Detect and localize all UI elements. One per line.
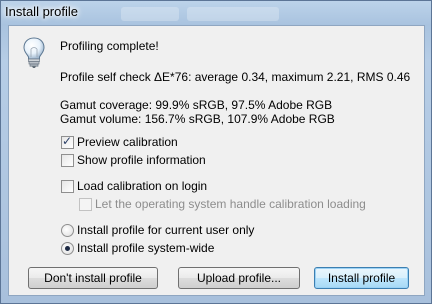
checkmark-icon: ✓ [62,134,73,148]
gamut-coverage-text: Gamut coverage: 99.9% sRGB, 97.5% Adobe … [60,98,333,112]
load-calibration-checkbox[interactable] [61,180,74,193]
window-title: Install profile [5,4,78,19]
install-system-wide-label[interactable]: Install profile system-wide [77,241,214,255]
background-title-blur [187,7,279,21]
install-system-wide-radio[interactable] [61,242,74,255]
gamut-volume-text: Gamut volume: 156.7% sRGB, 107.9% Adobe … [60,112,335,126]
install-current-user-radio[interactable] [61,224,74,237]
load-calibration-label[interactable]: Load calibration on login [77,179,207,193]
upload-profile-button[interactable]: Upload profile... [178,267,300,289]
background-title-blur [121,7,179,21]
preview-calibration-label[interactable]: Preview calibration [77,135,178,149]
os-handle-calibration-label: Let the operating system handle calibrat… [95,197,366,211]
install-profile-button[interactable]: Install profile [314,267,409,289]
dialog-pane: Profiling complete! Profile self check Δ… [9,26,424,295]
self-check-text: Profile self check ΔE*76: average 0.34, … [60,70,411,84]
install-profile-window: Install profile Profiling complete! Prof… [0,0,432,304]
title-bar[interactable]: Install profile [1,1,431,23]
install-current-user-label[interactable]: Install profile for current user only [77,223,254,237]
show-profile-info-label[interactable]: Show profile information [77,153,206,167]
dialog-body: Profiling complete! Profile self check Δ… [8,25,425,296]
lightbulb-icon [23,37,45,68]
radio-selected-dot [65,246,70,251]
dialog-heading: Profiling complete! [60,39,159,53]
preview-calibration-checkbox[interactable]: ✓ [61,134,74,149]
dont-install-profile-button[interactable]: Don't install profile [28,267,158,289]
show-profile-info-checkbox[interactable] [61,154,74,167]
os-handle-calibration-checkbox [79,198,92,211]
